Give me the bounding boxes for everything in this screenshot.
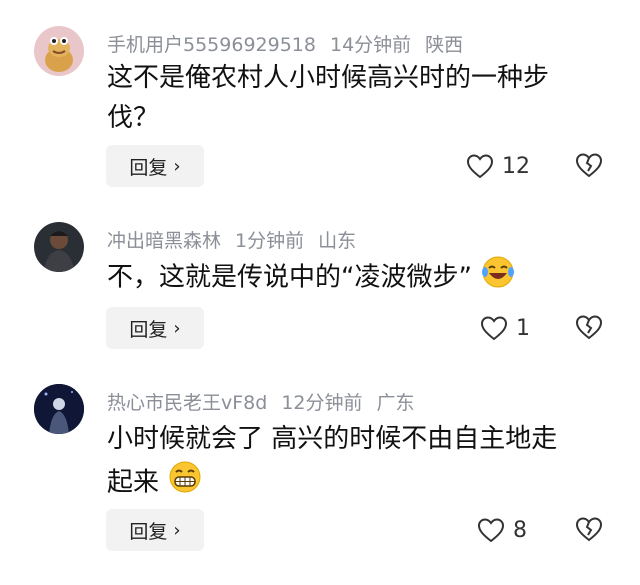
like-button[interactable]: 1 xyxy=(480,315,530,341)
broken-heart-icon xyxy=(575,153,603,178)
avatar[interactable] xyxy=(34,26,84,76)
timestamp: 1分钟前 xyxy=(235,230,305,252)
dislike-button[interactable] xyxy=(575,152,603,182)
reply-button[interactable]: 回复 › xyxy=(106,145,204,187)
comment-text: 小时候就会了 高兴的时候不由自主地走 起来 xyxy=(107,419,612,507)
avatar[interactable] xyxy=(34,384,84,434)
timestamp: 14分钟前 xyxy=(329,34,412,56)
heart-icon xyxy=(477,518,505,543)
reply-button[interactable]: 回复 › xyxy=(106,509,204,551)
comment-text: 这不是俺农村人小时候高兴时的一种步 伐？ xyxy=(107,63,550,133)
laughing-tears-emoji xyxy=(480,254,516,302)
username[interactable]: 热心市民老王vF8d xyxy=(107,392,267,414)
like-button[interactable]: 12 xyxy=(466,153,530,179)
heart-icon xyxy=(480,316,508,341)
comment-text: 不，这就是传说中的“凌波微步” xyxy=(107,254,612,302)
reply-button[interactable]: 回复 › xyxy=(106,307,204,349)
comment-meta: 手机用户55596929518 14分钟前 陕西 xyxy=(107,30,477,57)
broken-heart-icon xyxy=(575,517,603,542)
avatar[interactable] xyxy=(34,222,84,272)
like-count: 1 xyxy=(516,315,530,341)
username[interactable]: 冲出暗黑森林 xyxy=(107,230,221,252)
dislike-button[interactable] xyxy=(575,314,603,344)
like-count: 12 xyxy=(502,153,530,179)
heart-icon xyxy=(466,154,494,179)
chevron-right-icon: › xyxy=(173,519,181,541)
chevron-right-icon: › xyxy=(173,155,181,177)
frog-avatar-icon xyxy=(45,37,73,72)
like-button[interactable]: 8 xyxy=(477,517,527,543)
grinning-emoji xyxy=(167,459,203,507)
comment-meta: 冲出暗黑森林 1分钟前 山东 xyxy=(107,226,370,253)
location: 山东 xyxy=(318,230,357,252)
chevron-right-icon: › xyxy=(173,317,181,339)
location: 陕西 xyxy=(425,34,464,56)
location: 广东 xyxy=(376,392,415,414)
timestamp: 12分钟前 xyxy=(281,392,363,414)
broken-heart-icon xyxy=(575,315,603,340)
like-count: 8 xyxy=(513,517,527,543)
dislike-button[interactable] xyxy=(575,516,603,546)
comment-meta: 热心市民老王vF8d 12分钟前 广东 xyxy=(107,388,429,415)
night-figure-avatar-icon xyxy=(34,384,84,434)
username[interactable]: 手机用户55596929518 xyxy=(107,34,316,56)
person-avatar-icon xyxy=(44,231,74,272)
